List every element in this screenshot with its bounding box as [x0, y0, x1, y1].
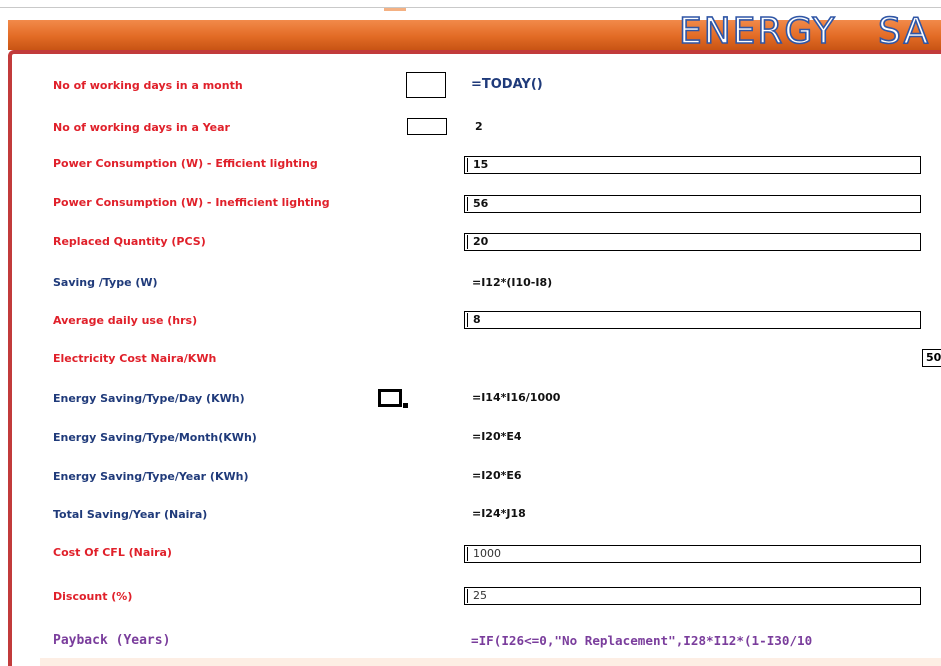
power-efficient-value: 15: [473, 158, 489, 171]
power-inefficient-field[interactable]: 56: [464, 195, 921, 213]
label-power-inefficient: Power Consumption (W) - Inefficient ligh…: [53, 196, 330, 209]
label-replaced-quantity: Replaced Quantity (PCS): [53, 235, 206, 248]
label-energy-saving-month: Energy Saving/Type/Month(KWh): [53, 431, 257, 444]
label-average-daily-use: Average daily use (hrs): [53, 314, 198, 327]
banner-title: ENERGY SA: [678, 10, 931, 53]
panel-footer-band: [40, 658, 941, 666]
label-working-days-month: No of working days in a month: [53, 79, 243, 92]
label-working-days-year: No of working days in a Year: [53, 121, 230, 134]
accent-dash: [384, 8, 406, 11]
label-total-saving-year: Total Saving/Year (Naira): [53, 508, 208, 521]
discount-field[interactable]: 25: [464, 587, 921, 605]
average-daily-use-field[interactable]: 8: [464, 311, 921, 329]
electricity-cost-value: 50: [926, 351, 941, 364]
discount-value: 25: [473, 589, 487, 602]
working-days-year-input[interactable]: [407, 118, 447, 135]
label-power-efficient: Power Consumption (W) - Efficient lighti…: [53, 157, 318, 170]
cost-of-cfl-field[interactable]: 1000: [464, 545, 921, 563]
replaced-quantity-value: 20: [473, 235, 489, 248]
power-efficient-field[interactable]: 15: [464, 156, 921, 174]
saving-type-formula[interactable]: =I12*(I10-I8): [472, 276, 552, 290]
energy-saving-month-formula[interactable]: =I20*E4: [472, 430, 522, 444]
label-energy-saving-day: Energy Saving/Type/Day (KWh): [53, 392, 245, 405]
electricity-cost-field[interactable]: 50: [922, 349, 941, 367]
power-inefficient-value: 56: [473, 197, 489, 210]
payback-formula[interactable]: =IF(I26<=0,"No Replacement",I28*I12*(1-I…: [471, 633, 941, 649]
energy-saving-year-formula[interactable]: =I20*E6: [472, 469, 522, 483]
energy-saving-day-formula[interactable]: =I14*I16/1000: [472, 391, 560, 405]
total-saving-year-formula[interactable]: =I24*J18: [472, 507, 526, 521]
working-days-month-input[interactable]: [406, 72, 446, 98]
label-payback: Payback (Years): [53, 634, 171, 648]
label-saving-type: Saving /Type (W): [53, 276, 158, 289]
label-cost-of-cfl: Cost Of CFL (Naira): [53, 546, 172, 559]
average-daily-use-value: 8: [473, 313, 481, 326]
cost-of-cfl-value: 1000: [473, 547, 501, 560]
working-days-year-value[interactable]: 2: [475, 120, 483, 134]
working-days-month-formula[interactable]: =TODAY(): [471, 78, 543, 92]
label-electricity-cost: Electricity Cost Naira/KWh: [53, 352, 217, 365]
label-energy-saving-year: Energy Saving/Type/Year (KWh): [53, 470, 249, 483]
top-rule: [0, 0, 941, 10]
label-discount: Discount (%): [53, 590, 133, 603]
replaced-quantity-field[interactable]: 20: [464, 233, 921, 251]
selection-box-icon: [378, 389, 408, 409]
